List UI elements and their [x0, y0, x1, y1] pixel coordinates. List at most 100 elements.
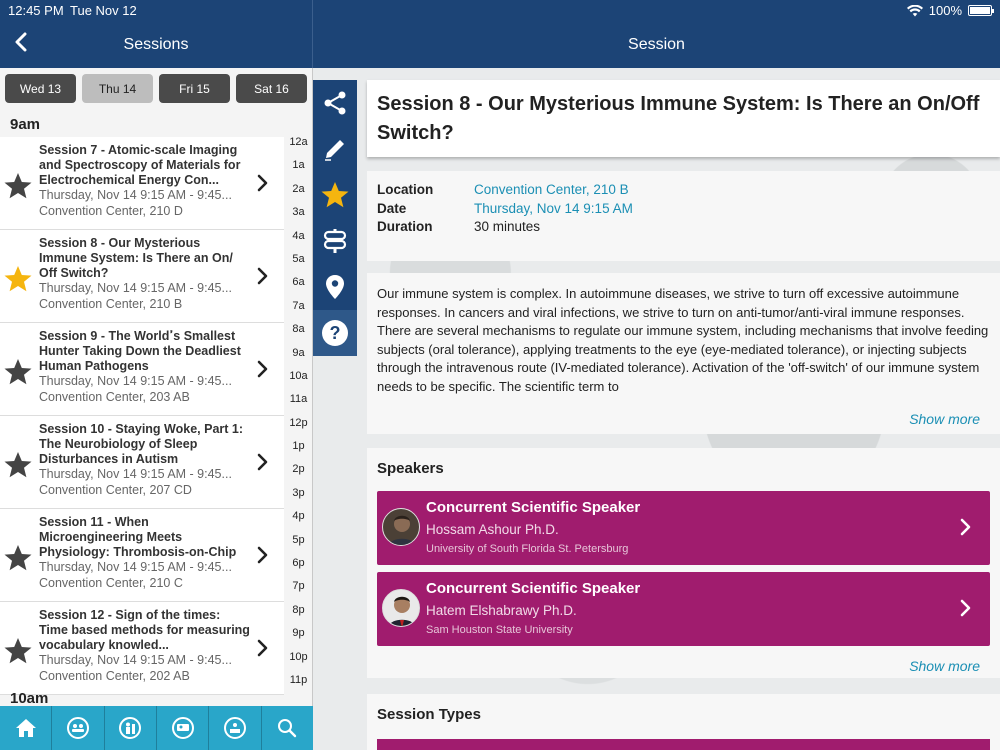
hour-index-item[interactable]: 4p — [284, 505, 312, 528]
speaker-role: Concurrent Scientific Speaker — [426, 499, 641, 516]
hour-index-item[interactable]: 1p — [284, 435, 312, 458]
session-list-item[interactable]: Session 9 - The Worldߴs Smallest Hunter … — [0, 323, 284, 416]
tab-search[interactable] — [262, 706, 313, 750]
hour-index-item[interactable]: 12a — [284, 131, 312, 154]
session-list-item[interactable]: Session 10 - Staying Woke, Part 1: The N… — [0, 416, 284, 509]
hour-index-item[interactable]: 11a — [284, 388, 312, 411]
hour-index-item[interactable]: 4a — [284, 225, 312, 248]
tab-speakers[interactable] — [157, 706, 210, 750]
avatar — [382, 508, 420, 546]
hour-index-item[interactable]: 6p — [284, 552, 312, 575]
hour-index-item[interactable]: 7a — [284, 295, 312, 318]
favorite-star-icon[interactable] — [3, 450, 33, 480]
session-item-location: Convention Center, 210 C — [39, 575, 183, 590]
chevron-right-icon — [257, 174, 268, 192]
session-item-title: Session 8 - Our Mysterious Immune System… — [39, 236, 233, 280]
chevron-right-icon — [257, 360, 268, 378]
hour-index[interactable]: 12a 1a 2a 3a 4a 5a 6a 7a 8a 9a 10a 11a 12p 1p 2p 3p 4p 5p… — [284, 131, 312, 692]
hour-header: 9am — [0, 112, 312, 136]
hour-index-item[interactable]: 9a — [284, 342, 312, 365]
day-tab-fri[interactable]: Fri 15 — [159, 74, 230, 103]
session-text: Session 12 - Sign of the times: Time bas… — [39, 608, 251, 684]
status-date: Tue Nov 12 — [70, 3, 137, 18]
hour-index-item[interactable]: 1a — [284, 154, 312, 177]
search-icon — [278, 719, 297, 738]
session-item-title: Session 7 - Atomic-scale Imaging and Spe… — [39, 143, 241, 187]
session-list: Session 7 - Atomic-scale Imaging and Spe… — [0, 137, 284, 695]
location-link[interactable]: Convention Center, 210 B — [474, 181, 629, 200]
session-list-item[interactable]: Session 8 - Our Mysterious Immune System… — [0, 230, 284, 323]
session-item-location: Convention Center, 210 D — [39, 203, 183, 218]
battery-fill — [970, 7, 990, 14]
tab-home[interactable] — [0, 706, 53, 750]
hour-index-item[interactable]: 8p — [284, 599, 312, 622]
speaker-card[interactable]: Concurrent Scientific Speaker Hatem Elsh… — [377, 572, 990, 646]
hour-index-item[interactable]: 10p — [284, 646, 312, 669]
hour-index-item[interactable]: 2p — [284, 458, 312, 481]
favorite-star-icon[interactable] — [3, 636, 33, 666]
day-tab-thu[interactable]: Thu 14 — [82, 74, 153, 103]
favorite-button[interactable] — [313, 172, 357, 218]
status-right: 100% — [906, 3, 994, 18]
star-icon — [321, 182, 349, 208]
session-item-time: Thursday, Nov 14 9:15 AM - 9:45... — [39, 281, 232, 295]
speaker-role: Concurrent Scientific Speaker — [426, 580, 641, 597]
hour-index-item[interactable]: 6a — [284, 271, 312, 294]
day-tab-wed[interactable]: Wed 13 — [5, 74, 76, 103]
session-item-time: Thursday, Nov 14 9:15 AM - 9:45... — [39, 374, 232, 388]
session-list-item[interactable]: Session 11 - When Microengineering Meets… — [0, 509, 284, 602]
favorite-star-icon[interactable] — [3, 171, 33, 201]
speakers-show-more[interactable]: Show more — [909, 658, 980, 674]
hour-index-item[interactable]: 9p — [284, 622, 312, 645]
status-time: 12:45 PM — [8, 3, 64, 18]
session-list-item[interactable]: Session 12 - Sign of the times: Time bas… — [0, 602, 284, 695]
hour-index-item[interactable]: 2a — [284, 178, 312, 201]
hour-index-item[interactable]: 8a — [284, 318, 312, 341]
notes-button[interactable] — [313, 126, 357, 172]
date-link[interactable]: Thursday, Nov 14 9:15 AM — [474, 200, 633, 219]
favorite-star-icon[interactable] — [3, 543, 33, 573]
duration-label: Duration — [377, 219, 433, 234]
hour-index-item[interactable]: 10a — [284, 365, 312, 388]
session-item-location: Convention Center, 203 AB — [39, 389, 190, 404]
tab-exhibitors[interactable] — [105, 706, 157, 750]
description-show-more[interactable]: Show more — [909, 411, 980, 427]
directions-button[interactable] — [313, 218, 357, 264]
hour-index-item[interactable]: 5p — [284, 529, 312, 552]
session-text: Session 9 - The Worldߴs Smallest Hunter … — [39, 329, 251, 405]
chevron-right-icon — [257, 639, 268, 657]
speaker-card[interactable]: Concurrent Scientific Speaker Hossam Ash… — [377, 491, 990, 565]
home-icon — [15, 719, 36, 737]
action-rail: ? — [313, 80, 357, 356]
duration-value: 30 minutes — [474, 219, 541, 234]
share-icon — [324, 91, 346, 115]
date-row: Date Thursday, Nov 14 9:15 AM — [377, 200, 990, 219]
help-button[interactable]: ? — [313, 310, 357, 356]
session-list-item[interactable]: Session 7 - Atomic-scale Imaging and Spe… — [0, 137, 284, 230]
hour-index-item[interactable]: 7p — [284, 575, 312, 598]
hour-index-item[interactable]: 11p — [284, 669, 312, 692]
hour-index-item[interactable]: 3a — [284, 201, 312, 224]
hour-index-item[interactable]: 5a — [284, 248, 312, 271]
session-type-item[interactable] — [377, 739, 990, 750]
favorite-star-icon[interactable] — [3, 264, 33, 294]
tab-attendees[interactable] — [52, 706, 105, 750]
tab-sponsors[interactable] — [209, 706, 262, 750]
session-item-title: Session 10 - Staying Woke, Part 1: The N… — [39, 422, 244, 466]
speaker-name: Hatem Elshabrawy Ph.D. — [426, 603, 577, 618]
session-item-location: Convention Center, 207 CD — [39, 482, 192, 497]
day-tab-sat[interactable]: Sat 16 — [236, 74, 307, 103]
session-detail-panel: ? Session 8 - Our Mysterious Immune Syst… — [313, 68, 1000, 750]
svg-text:?: ? — [330, 323, 341, 343]
navigation-bar: 12:45 PM Tue Nov 12 100% Sessions Sessio… — [0, 0, 1000, 68]
date-label: Date — [377, 200, 407, 216]
hour-index-item[interactable]: 3p — [284, 482, 312, 505]
speaker-institution: Sam Houston State University — [426, 624, 573, 636]
map-location-button[interactable] — [313, 264, 357, 310]
share-button[interactable] — [313, 80, 357, 126]
speakers-card: Speakers Concurrent Scientific Speaker H… — [367, 448, 1000, 678]
hour-index-item[interactable]: 12p — [284, 412, 312, 435]
day-selector: Wed 13 Thu 14 Fri 15 Sat 16 — [0, 68, 312, 112]
session-item-title: Session 11 - When Microengineering Meets… — [39, 515, 237, 559]
favorite-star-icon[interactable] — [3, 357, 33, 387]
